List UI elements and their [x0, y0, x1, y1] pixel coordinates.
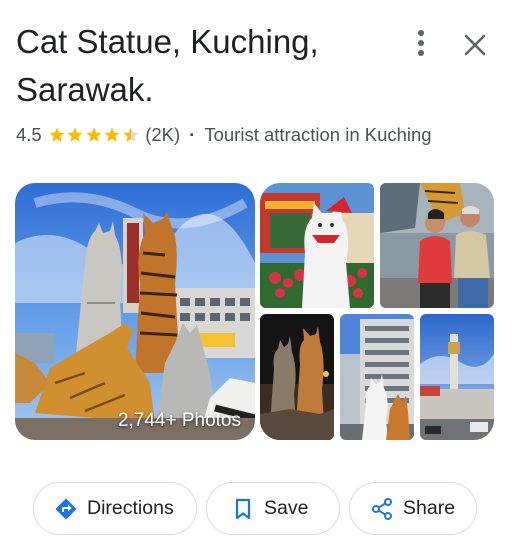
- cat-statue-photo: [15, 183, 255, 440]
- place-category: Tourist attraction in Kuching: [204, 124, 432, 145]
- building-cat-photo: [340, 314, 414, 440]
- star-full-icon: [49, 127, 65, 142]
- main-photo[interactable]: 2,744+ Photos: [15, 183, 255, 440]
- share-button[interactable]: Share: [349, 482, 477, 535]
- separator-dot: ·: [189, 124, 196, 145]
- star-rating[interactable]: [48, 126, 141, 144]
- place-title: Cat Statue, Kuching, Sarawak.: [16, 23, 319, 108]
- action-buttons-row: Directions Save Share: [0, 482, 513, 536]
- night-statues-photo: [260, 314, 334, 440]
- photo-thumbnail[interactable]: [380, 183, 494, 308]
- directions-button[interactable]: Directions: [33, 482, 197, 535]
- photo-thumbnail[interactable]: [260, 314, 334, 440]
- star-full-icon: [67, 127, 83, 142]
- rating-value: 4.5: [16, 124, 42, 145]
- share-icon: [372, 497, 392, 520]
- directions-label: Directions: [87, 497, 174, 519]
- tower-photo: [420, 314, 494, 440]
- directions-icon: [55, 498, 77, 519]
- review-count-link[interactable]: (2K): [145, 124, 180, 146]
- white-cat-photo: [260, 183, 374, 308]
- star-full-icon: [104, 127, 120, 142]
- share-label: Share: [403, 497, 456, 519]
- photo-thumbnail[interactable]: [340, 314, 414, 440]
- save-button[interactable]: Save: [206, 482, 340, 535]
- photo-thumbnail[interactable]: [420, 314, 494, 440]
- photo-thumbnail[interactable]: [260, 183, 374, 308]
- more-options-button[interactable]: [408, 28, 434, 58]
- close-icon: [464, 34, 486, 56]
- star-half-icon: [123, 127, 139, 142]
- star-full-icon: [86, 127, 102, 142]
- photo-count-label: 2,744+ Photos: [117, 410, 241, 431]
- place-meta-row: 4.5 (2K) · Tourist attraction in Kuching: [16, 122, 506, 148]
- close-button[interactable]: [460, 30, 490, 60]
- save-label: Save: [264, 497, 309, 519]
- more-vert-icon: [418, 30, 424, 56]
- bookmark-icon: [235, 498, 251, 519]
- visitors-photo: [380, 183, 494, 308]
